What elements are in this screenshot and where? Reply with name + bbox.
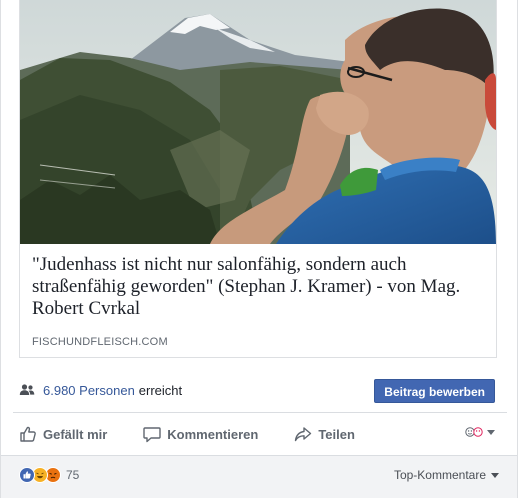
- reaction-faces-icon: [465, 427, 483, 437]
- chevron-down-icon: [491, 472, 499, 478]
- like-button[interactable]: Gefällt mir: [13, 418, 113, 450]
- reaction-picker-dropdown[interactable]: [465, 425, 495, 439]
- people-icon: [19, 384, 35, 395]
- sort-comments-dropdown[interactable]: Top-Kommentare: [394, 468, 499, 482]
- reach-count-link[interactable]: 6.980 Personen: [43, 383, 135, 398]
- photo-man-mountains-icon: [20, 0, 496, 244]
- reactions-summary[interactable]: 75: [19, 467, 79, 483]
- action-bar: Gefällt mir Kommentieren Teilen: [13, 416, 507, 452]
- share-arrow-icon: [295, 427, 312, 442]
- reaction-count[interactable]: 75: [66, 468, 79, 482]
- like-reaction-icon: [19, 467, 35, 483]
- comment-label: Kommentieren: [167, 426, 259, 442]
- link-title[interactable]: "Judenhass ist nicht nur salonfähig, son…: [32, 254, 484, 320]
- comment-icon: [143, 427, 161, 443]
- post-card: "Judenhass ist nicht nur salonfähig, son…: [0, 0, 518, 498]
- divider: [13, 412, 507, 413]
- link-preview-image[interactable]: [20, 0, 496, 244]
- share-label: Teilen: [318, 426, 355, 442]
- like-label: Gefällt mir: [43, 426, 108, 442]
- reach-suffix: erreicht: [138, 382, 183, 398]
- link-preview-text[interactable]: "Judenhass ist nicht nur salonfähig, son…: [20, 244, 496, 357]
- chevron-down-icon: [487, 429, 495, 435]
- promote-post-button[interactable]: Beitrag bewerben: [374, 379, 495, 403]
- sort-comments-label: Top-Kommentare: [393, 468, 486, 482]
- share-button[interactable]: Teilen: [288, 418, 361, 450]
- thumbs-up-icon: [20, 426, 36, 442]
- comment-button[interactable]: Kommentieren: [137, 418, 264, 450]
- link-domain: FISCHUNDFLEISCH.COM: [32, 336, 168, 348]
- comments-bar: 75 Top-Kommentare: [1, 455, 517, 498]
- link-preview[interactable]: "Judenhass ist nicht nur salonfähig, son…: [19, 0, 497, 358]
- reach-row: 6.980 Personen erreicht Beitrag bewerben: [19, 370, 499, 410]
